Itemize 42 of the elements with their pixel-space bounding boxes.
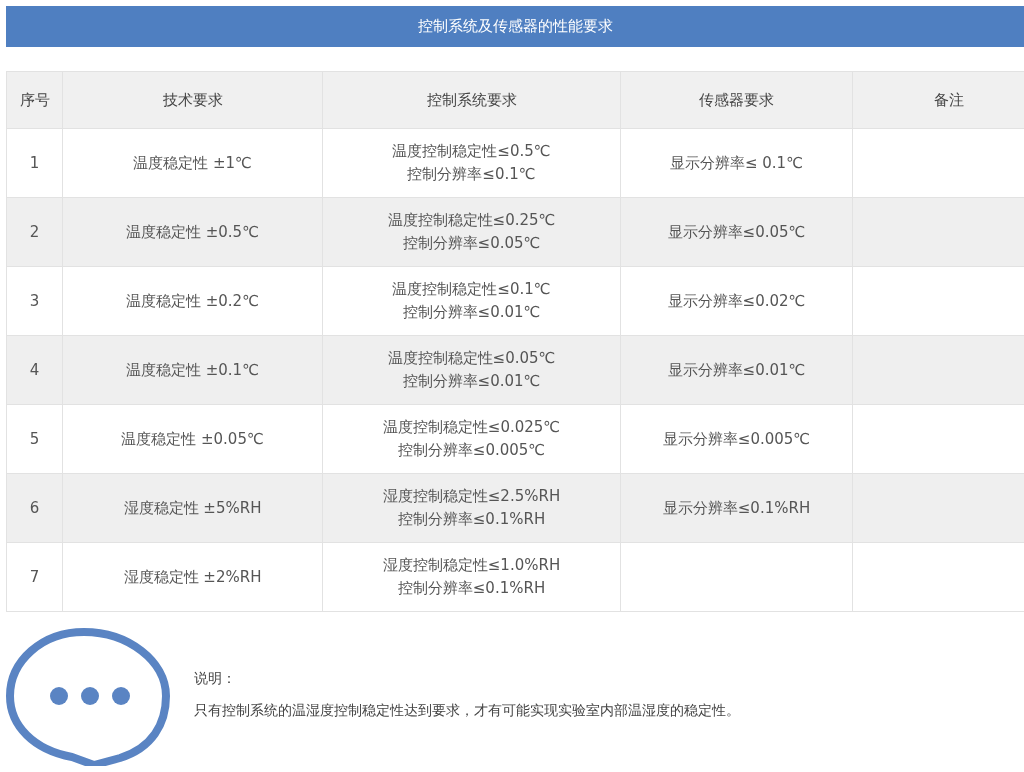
- cell-text-line: 控制分辨率≤0.01℃: [401, 302, 542, 323]
- column-header: 备注: [852, 71, 1024, 129]
- cell-text-line: 温度控制稳定性≤0.25℃: [386, 210, 557, 231]
- table-cell: 显示分辨率≤ 0.1℃: [620, 128, 853, 198]
- cell-text-line: 控制分辨率≤0.05℃: [401, 233, 542, 254]
- table-cell: 1: [6, 128, 63, 198]
- cell-text-line: 温度控制稳定性≤0.025℃: [381, 417, 562, 438]
- column-header: 控制系统要求: [322, 71, 621, 129]
- table-cell: 显示分辨率≤0.05℃: [620, 197, 853, 267]
- cell-text-line: 控制分辨率≤0.005℃: [396, 440, 547, 461]
- page-title: 控制系统及传感器的性能要求: [417, 17, 613, 36]
- note-label: 说明：: [194, 669, 237, 688]
- table-cell: 湿度稳定性 ±2%RH: [62, 542, 323, 612]
- column-header: 序号: [6, 71, 63, 129]
- table-cell: 5: [6, 404, 63, 474]
- table-cell: 4: [6, 335, 63, 405]
- cell-text-line: 控制分辨率≤0.1%RH: [396, 509, 547, 530]
- table-cell: 显示分辨率≤0.1%RH: [620, 473, 853, 543]
- table-cell: 温度稳定性 ±0.2℃: [62, 266, 323, 336]
- note-text: 只有控制系统的温湿度控制稳定性达到要求，才有可能实现实验室内部温湿度的稳定性。: [194, 701, 740, 720]
- cell-text-line: 湿度控制稳定性≤2.5%RH: [381, 486, 562, 507]
- cell-text-line: 控制分辨率≤0.1%RH: [396, 578, 547, 599]
- table-cell: 6: [6, 473, 63, 543]
- table-cell: 显示分辨率≤0.02℃: [620, 266, 853, 336]
- table-cell: 温度稳定性 ±0.1℃: [62, 335, 323, 405]
- column-header: 传感器要求: [620, 71, 853, 129]
- table-cell: 温度稳定性 ±0.5℃: [62, 197, 323, 267]
- column-header: 技术要求: [62, 71, 323, 129]
- table-cell: 显示分辨率≤0.01℃: [620, 335, 853, 405]
- table-cell: 显示分辨率≤0.005℃: [620, 404, 853, 474]
- cell-text-line: 温度控制稳定性≤0.05℃: [386, 348, 557, 369]
- cell-text-line: 温度控制稳定性≤0.5℃: [391, 141, 552, 162]
- cell-text-line: 温度控制稳定性≤0.1℃: [391, 279, 552, 300]
- table-cell: 2: [6, 197, 63, 267]
- table-cell: 3: [6, 266, 63, 336]
- table-cell: 湿度稳定性 ±5%RH: [62, 473, 323, 543]
- cell-text-line: 湿度控制稳定性≤1.0%RH: [381, 555, 562, 576]
- table-cell: 7: [6, 542, 63, 612]
- table-cell: 温度稳定性 ±1℃: [62, 128, 323, 198]
- cell-text-line: 控制分辨率≤0.1℃: [406, 164, 537, 185]
- cell-text-line: 控制分辨率≤0.01℃: [401, 371, 542, 392]
- table-cell: 温度稳定性 ±0.05℃: [62, 404, 323, 474]
